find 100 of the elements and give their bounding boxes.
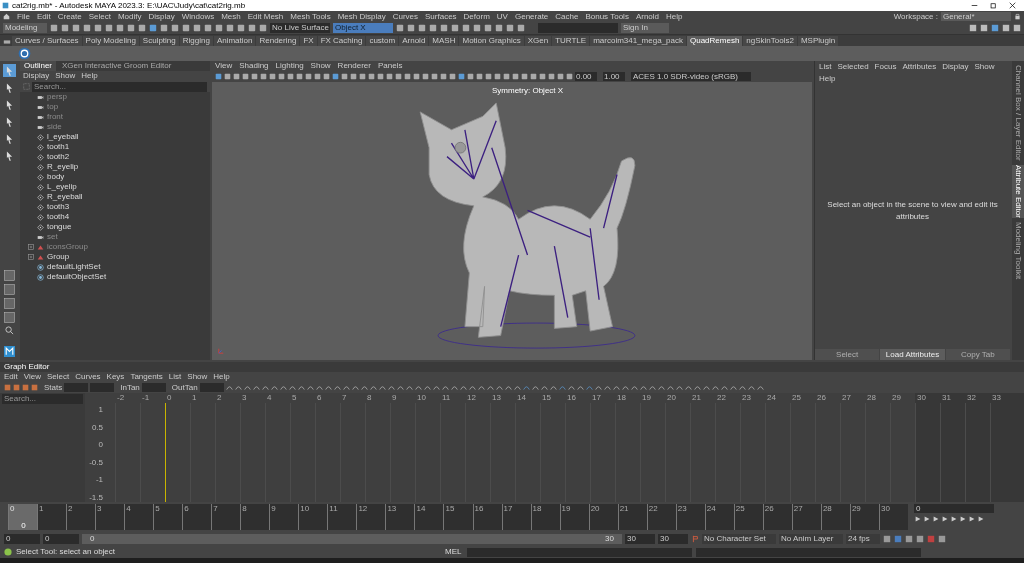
layout-icon[interactable] xyxy=(3,270,15,281)
outliner-item[interactable]: defaultObjectSet xyxy=(47,271,107,283)
sign-in-dropdown[interactable]: Sign In xyxy=(621,23,669,33)
quadremesh-icon[interactable] xyxy=(18,47,31,60)
stats-field[interactable] xyxy=(64,383,89,392)
menu-item[interactable]: Keys xyxy=(106,371,125,383)
menu-item[interactable]: Modify xyxy=(117,10,142,23)
panel-tab[interactable]: Outliner xyxy=(20,61,56,71)
menu-item[interactable]: Focus xyxy=(874,61,897,73)
stats-field[interactable] xyxy=(90,383,115,392)
menu-item[interactable]: List xyxy=(168,371,182,383)
menu-item[interactable]: Show xyxy=(974,61,995,73)
shelf-tab[interactable]: FX Caching xyxy=(317,36,366,46)
menu-item[interactable]: Help xyxy=(819,73,836,85)
shelf-tab[interactable]: Poly Modeling xyxy=(82,36,139,46)
menu-item[interactable]: Attributes xyxy=(902,61,937,73)
menu-item[interactable]: Windows xyxy=(181,10,215,23)
shelf-tab[interactable]: ngSkinTools2 xyxy=(743,36,797,46)
menu-item[interactable]: Mesh Display xyxy=(337,10,386,23)
menu-item[interactable]: Show xyxy=(55,70,76,82)
outliner-item[interactable]: tooth4 xyxy=(47,211,70,223)
mode-dropdown[interactable]: Modeling xyxy=(3,23,47,33)
playback-end-field[interactable]: 30 xyxy=(625,534,655,544)
shelf-tab[interactable]: custom xyxy=(366,36,399,46)
in-tangent-field[interactable] xyxy=(141,383,166,392)
attribute-editor-button[interactable]: Load Attributes xyxy=(880,349,945,360)
shelf-tab[interactable]: QuadRemesh xyxy=(687,36,743,46)
live-surface-field[interactable]: No Live Surface xyxy=(270,23,330,33)
menu-item[interactable]: Display xyxy=(942,61,969,73)
menu-item[interactable]: Edit xyxy=(4,371,18,383)
search-field[interactable]: Search... xyxy=(32,81,207,92)
attribute-editor-button[interactable]: Select xyxy=(815,349,880,360)
home-icon[interactable] xyxy=(3,13,10,20)
command-field[interactable] xyxy=(538,23,618,33)
menu-item[interactable]: View xyxy=(23,371,41,383)
shelf-tab[interactable]: Sculpting xyxy=(139,36,179,46)
layout-icon[interactable] xyxy=(3,284,15,295)
shelf-tab[interactable]: Rendering xyxy=(256,36,300,46)
outliner-item[interactable]: top xyxy=(47,101,59,113)
outliner-item[interactable]: L_eyelip xyxy=(47,181,77,193)
command-language-label[interactable]: MEL xyxy=(445,546,463,558)
symmetry-dropdown[interactable]: Object X xyxy=(333,23,393,33)
minimize-icon[interactable] xyxy=(971,2,978,9)
character-set-dropdown[interactable]: No Character Set xyxy=(702,534,776,544)
outliner-item[interactable]: side xyxy=(47,121,62,133)
menu-item[interactable]: Deform xyxy=(463,10,490,23)
menu-item[interactable]: Shading xyxy=(239,60,269,72)
outliner-item[interactable]: tooth3 xyxy=(47,201,70,213)
menu-item[interactable]: Renderer xyxy=(337,60,371,72)
side-tab[interactable]: Attribute Editor xyxy=(1012,164,1024,218)
menu-item[interactable]: Arnold xyxy=(635,10,659,23)
anim-layer-dropdown[interactable]: No Anim Layer xyxy=(779,534,843,544)
current-frame-field[interactable]: 0 xyxy=(914,504,994,513)
menu-item[interactable]: Mesh Tools xyxy=(290,10,331,23)
menu-item[interactable]: Edit xyxy=(36,10,51,23)
tool-icon[interactable] xyxy=(2,64,16,77)
expand-icon[interactable] xyxy=(28,254,34,260)
side-tab[interactable]: Modeling Toolkit xyxy=(1012,221,1024,279)
shelf-tab[interactable]: Curves / Surfaces xyxy=(12,36,82,46)
menu-item[interactable]: Select xyxy=(47,371,70,383)
layout-icon[interactable] xyxy=(3,312,15,323)
expand-icon[interactable] xyxy=(28,244,34,250)
shelf-tab[interactable]: TURTLE xyxy=(552,36,590,46)
menu-item[interactable]: Help xyxy=(213,371,230,383)
fps-dropdown[interactable]: 24 fps xyxy=(846,534,880,544)
outliner-item[interactable]: set xyxy=(47,231,58,243)
menu-item[interactable]: Show xyxy=(187,371,208,383)
menu-item[interactable]: Curves xyxy=(75,371,101,383)
menu-item[interactable]: Display xyxy=(148,10,175,23)
outliner-item[interactable]: R_eyelip xyxy=(47,161,79,173)
mel-logo-icon[interactable] xyxy=(3,346,15,357)
gamma-field[interactable]: 1.00 xyxy=(603,72,625,81)
menu-item[interactable]: Tangents xyxy=(130,371,163,383)
outliner-item[interactable]: tongue xyxy=(47,221,72,233)
menu-item[interactable]: Bonus Tools xyxy=(585,10,629,23)
shelf-tab[interactable]: Arnold xyxy=(399,36,429,46)
workspace-dropdown[interactable]: General* xyxy=(941,12,1011,21)
key-icon[interactable] xyxy=(691,535,699,543)
outliner-item[interactable]: front xyxy=(47,111,63,123)
outliner-item[interactable]: defaultLightSet xyxy=(47,261,101,273)
menu-item[interactable]: Panels xyxy=(377,60,403,72)
menu-item[interactable]: Create xyxy=(57,10,82,23)
menu-item[interactable]: Selected xyxy=(837,61,869,73)
range-slider[interactable]: 0 30 xyxy=(82,534,622,544)
outliner-item[interactable]: body xyxy=(47,171,65,183)
color-space-dropdown[interactable]: ACES 1.0 SDR-video (sRGB) xyxy=(631,72,751,81)
menu-item[interactable]: File xyxy=(17,10,30,23)
menu-item[interactable]: Curves xyxy=(392,10,418,23)
outliner-item[interactable]: tooth1 xyxy=(47,141,70,153)
menu-item[interactable]: Help xyxy=(666,10,683,23)
menu-item[interactable]: Lighting xyxy=(275,60,304,72)
search-icon[interactable] xyxy=(4,326,14,335)
attribute-editor-button[interactable]: Copy Tab xyxy=(945,349,1010,360)
shelf-tab[interactable]: MASH xyxy=(429,36,459,46)
search-field[interactable]: Search... xyxy=(2,394,83,404)
restore-icon[interactable] xyxy=(990,2,997,9)
current-frame-indicator[interactable]: 0 0 xyxy=(8,504,38,530)
layout-icon[interactable] xyxy=(3,298,15,309)
shelf-tab[interactable]: Animation xyxy=(213,36,256,46)
menu-item[interactable]: Help xyxy=(81,70,98,82)
